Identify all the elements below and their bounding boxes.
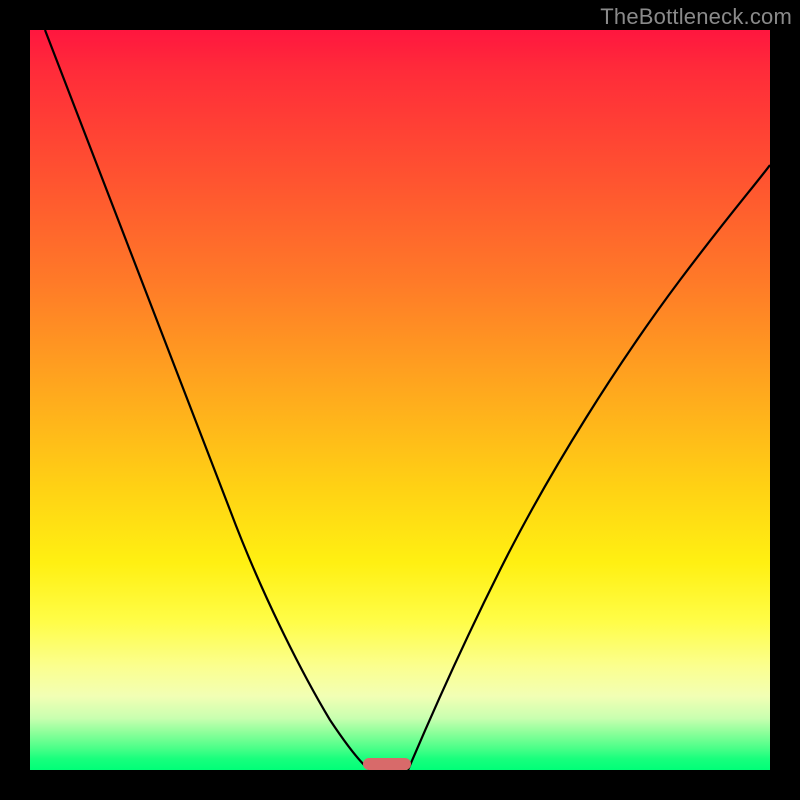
trough-marker (363, 758, 411, 770)
plot-area (30, 30, 770, 770)
watermark: TheBottleneck.com (600, 4, 792, 30)
right-curve (408, 165, 770, 770)
left-curve (45, 30, 370, 770)
curve-layer (30, 30, 770, 770)
chart-frame: TheBottleneck.com (0, 0, 800, 800)
